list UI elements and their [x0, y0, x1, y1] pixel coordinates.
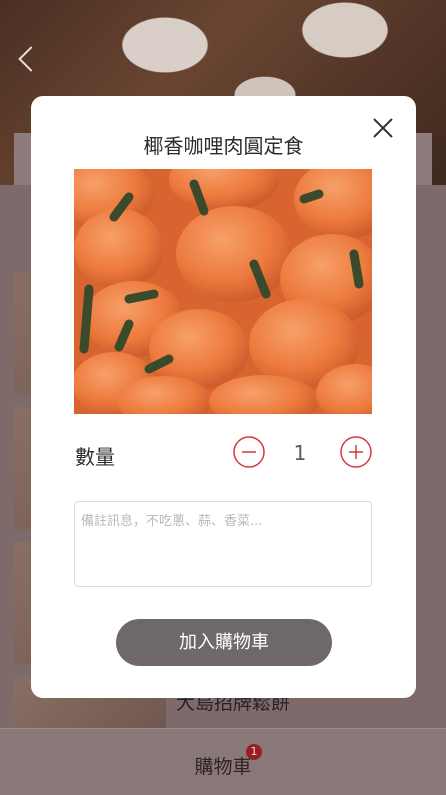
note-field[interactable]: [74, 501, 372, 587]
cart-label[interactable]: 購物車: [0, 752, 446, 779]
minus-icon[interactable]: [233, 436, 265, 468]
add-item-dialog: 椰香咖哩肉圓定食 數量 1 備註訊息，不吃蔥、蒜、香菜... 加入購物車: [31, 96, 416, 698]
quantity-label: 數量: [75, 445, 115, 469]
plus-icon[interactable]: [340, 436, 372, 468]
quantity-value: 1: [293, 441, 307, 465]
cart-count-badge: 1: [246, 744, 262, 760]
item-photo: [74, 169, 372, 414]
dialog-title: 椰香咖哩肉圓定食: [143, 134, 304, 158]
close-icon[interactable]: [371, 116, 395, 140]
add-to-cart-button[interactable]: 加入購物車: [116, 619, 332, 666]
